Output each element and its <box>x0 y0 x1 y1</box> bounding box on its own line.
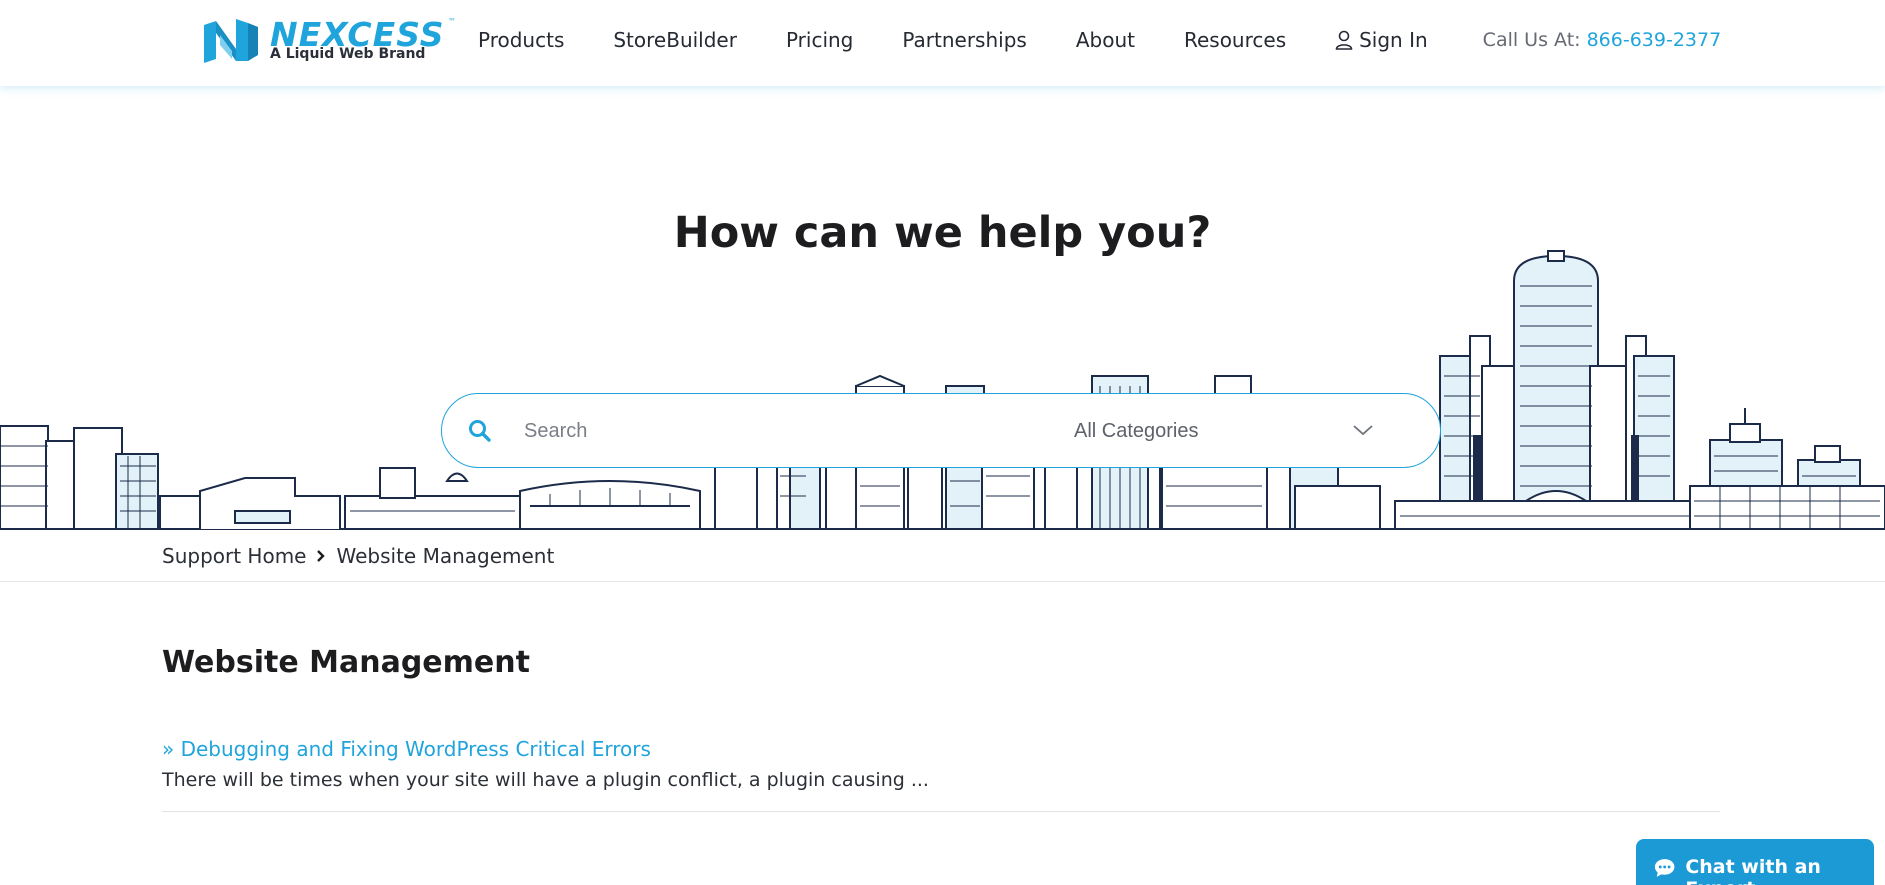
chevron-right-icon <box>316 549 326 563</box>
chat-with-expert-button[interactable]: Chat with an Expert <box>1636 839 1874 885</box>
chevron-down-icon <box>1353 425 1373 436</box>
logo-tagline: A Liquid Web Brand <box>270 46 426 62</box>
category-select[interactable]: All Categories <box>1074 411 1414 451</box>
nav-partnerships[interactable]: Partnerships <box>902 28 1026 52</box>
sign-in-link[interactable]: Sign In <box>1335 28 1428 52</box>
nexcess-logo[interactable]: NEXCESS ™ A Liquid Web Brand <box>202 15 456 65</box>
search-bar: All Categories <box>441 393 1441 468</box>
breadcrumb-current: Website Management <box>336 544 555 568</box>
user-icon <box>1335 30 1353 50</box>
phone-number-link[interactable]: 866-639-2377 <box>1587 29 1722 51</box>
call-us: Call Us At: 866-639-2377 <box>1483 29 1722 51</box>
article-excerpt: There will be times when your site will … <box>162 769 929 791</box>
search-icon[interactable] <box>467 418 493 444</box>
page: NEXCESS ™ A Liquid Web Brand Products St… <box>0 0 1885 885</box>
search-input[interactable] <box>524 411 1024 451</box>
breadcrumb: Support Home Website Management <box>162 544 554 568</box>
chat-bubble-icon <box>1654 859 1675 877</box>
nav-storebuilder[interactable]: StoreBuilder <box>613 28 737 52</box>
breadcrumb-support-home[interactable]: Support Home <box>162 544 306 568</box>
category-selected-value: All Categories <box>1074 419 1199 442</box>
nav-about[interactable]: About <box>1076 28 1135 52</box>
main-nav: Products StoreBuilder Pricing Partnershi… <box>478 0 1721 80</box>
article-list-item: » Debugging and Fixing WordPress Critica… <box>162 737 1720 791</box>
nexcess-logo-icon <box>204 19 258 63</box>
breadcrumb-divider <box>0 581 1885 582</box>
article-title-link[interactable]: » Debugging and Fixing WordPress Critica… <box>162 737 651 761</box>
hero-title: How can we help you? <box>673 208 1212 258</box>
call-us-label: Call Us At: <box>1482 29 1581 51</box>
hero-section: How can we help you? All Categories <box>0 86 1885 531</box>
chat-button-label: Chat with an Expert <box>1685 856 1821 885</box>
logo-trademark: ™ <box>448 17 456 26</box>
section-title: Website Management <box>162 645 530 680</box>
top-navigation-bar: NEXCESS ™ A Liquid Web Brand Products St… <box>0 0 1885 86</box>
nav-pricing[interactable]: Pricing <box>786 28 853 52</box>
nav-products[interactable]: Products <box>478 28 564 52</box>
sign-in-label: Sign In <box>1359 28 1428 52</box>
article-divider <box>162 811 1720 812</box>
nav-resources[interactable]: Resources <box>1184 28 1286 52</box>
